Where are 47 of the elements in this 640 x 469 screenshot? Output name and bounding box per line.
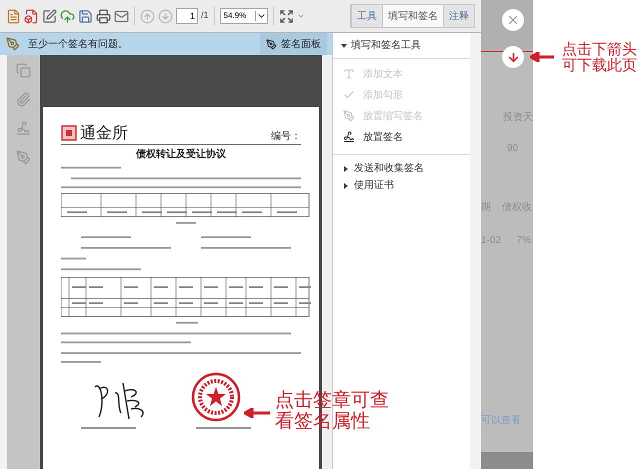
download-hint-annotation: 点击下箭头可下载此页 (562, 41, 638, 73)
expanded-triangle-icon (341, 42, 347, 48)
signature-panel-button[interactable]: 签名面板 (260, 33, 327, 55)
pages-icon[interactable] (16, 63, 31, 78)
warning-pen-icon (6, 37, 20, 51)
upload-icon[interactable] (60, 8, 75, 24)
dimmed-footer-bar (481, 452, 533, 469)
document-icon[interactable] (6, 8, 21, 24)
text-tool-icon (343, 68, 355, 80)
collapsed-triangle-icon (343, 166, 349, 172)
collapsed-section[interactable]: 发送和收集签名 (333, 161, 470, 176)
initials-tool-icon (343, 110, 355, 122)
download-arrow-icon (506, 50, 520, 64)
caret-icon (254, 11, 267, 21)
document-title: 债权转让及受让协议 (134, 149, 227, 161)
mail-icon[interactable] (114, 8, 129, 24)
paperclip-icon[interactable] (16, 92, 31, 107)
caret-icon (296, 12, 305, 20)
toolbar-tab[interactable]: 注释 (443, 5, 474, 27)
zoom-dropdown[interactable]: 54.9% (220, 8, 268, 24)
logo-icon (61, 125, 77, 141)
toolbar-tab[interactable]: 工具 (351, 5, 382, 27)
pointer-arrow-icon (244, 408, 270, 418)
check-tool-icon (343, 89, 355, 101)
edit-icon[interactable] (42, 8, 57, 24)
pen-icon[interactable] (16, 150, 31, 165)
panel-tool-item[interactable]: 放置签名 (333, 128, 470, 146)
signature-tool-icon (343, 131, 355, 143)
page-total: /1 (201, 9, 209, 22)
fit-page-icon[interactable] (278, 8, 294, 24)
close-icon (506, 13, 520, 27)
pointer-arrow-icon (530, 52, 554, 62)
previous-page-icon[interactable] (140, 8, 155, 24)
file-icon[interactable] (24, 8, 39, 24)
company-seal-drawing (191, 372, 241, 422)
pen-icon (266, 38, 277, 50)
page-number-field[interactable]: 1 (176, 8, 198, 24)
save-icon[interactable] (78, 8, 93, 24)
toolbar-tab[interactable]: 填写和签名 (382, 5, 443, 27)
collapsed-section[interactable]: 使用证书 (333, 178, 470, 193)
number-label: 编号： (271, 131, 301, 143)
print-icon[interactable] (96, 8, 111, 24)
next-page-icon[interactable] (158, 8, 173, 24)
collapsed-triangle-icon (343, 182, 349, 188)
warning-message: 至少一个签名有问题。 (28, 38, 128, 52)
signature-icon[interactable] (16, 121, 31, 136)
logo-text: 通金所 (80, 123, 128, 143)
